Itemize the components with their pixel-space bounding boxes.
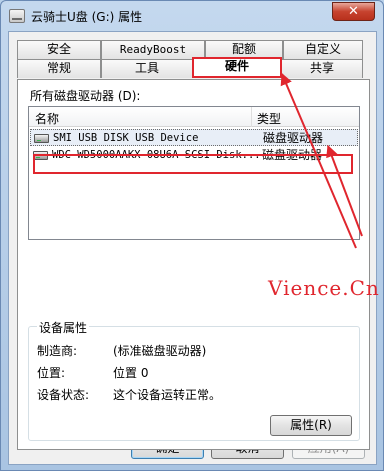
device-properties-group: 设备属性 制造商: (标准磁盘驱动器) 位置: 位置 0 设备状态: 这个设备运… [28, 319, 360, 441]
location-label: 位置: [37, 366, 66, 380]
tab-general[interactable]: 常规 [17, 59, 101, 78]
tab-tools[interactable]: 工具 [101, 59, 193, 78]
hardware-panel: 所有磁盘驱动器 (D): 名称 类型 SMI USB DISK USB Devi… [17, 79, 379, 450]
group-title: 设备属性 [37, 319, 90, 336]
hardware-tab-highlight [192, 57, 282, 78]
column-separator[interactable] [251, 107, 252, 127]
device-name: SMI USB DISK USB Device [53, 132, 199, 144]
tab-security[interactable]: 安全 [17, 40, 101, 59]
close-button[interactable]: ✕ [332, 2, 375, 21]
device-status-label: 设备状态: [37, 388, 90, 402]
title-bar[interactable]: 云骑士U盘 (G:) 属性 ✕ [1, 1, 383, 31]
disk-list-label: 所有磁盘驱动器 (D): [30, 89, 141, 103]
device-status-value: 这个设备运转正常。 [113, 388, 222, 402]
list-header: 名称 类型 [29, 107, 359, 127]
watermark-text: Vience.Cn [268, 276, 380, 300]
usb-drive-icon [9, 9, 25, 23]
tab-readyboost[interactable]: ReadyBoost [101, 40, 205, 59]
selected-device-highlight [33, 154, 353, 174]
manufacturer-value: (标准磁盘驱动器) [113, 344, 207, 358]
column-header-name[interactable]: 名称 [35, 110, 59, 127]
table-row[interactable]: SMI USB DISK USB Device 磁盘驱动器 [30, 129, 358, 146]
location-value: 位置 0 [113, 366, 149, 380]
column-header-type[interactable]: 类型 [257, 110, 281, 127]
device-properties-button[interactable]: 属性(R) [270, 415, 352, 436]
tab-sharing[interactable]: 共享 [281, 59, 363, 78]
dialog-client-area: 安全 ReadyBoost 配额 自定义 常规 工具 硬件 共享 所有磁盘驱动器… [8, 31, 379, 465]
tab-customize[interactable]: 自定义 [283, 40, 363, 59]
properties-window: 云骑士U盘 (G:) 属性 ✕ 安全 ReadyBoost 配额 自定义 常规 … [0, 0, 384, 471]
disk-drive-icon [34, 134, 49, 143]
manufacturer-label: 制造商: [37, 344, 78, 358]
window-title: 云骑士U盘 (G:) 属性 [31, 10, 143, 24]
device-type: 磁盘驱动器 [263, 131, 324, 145]
